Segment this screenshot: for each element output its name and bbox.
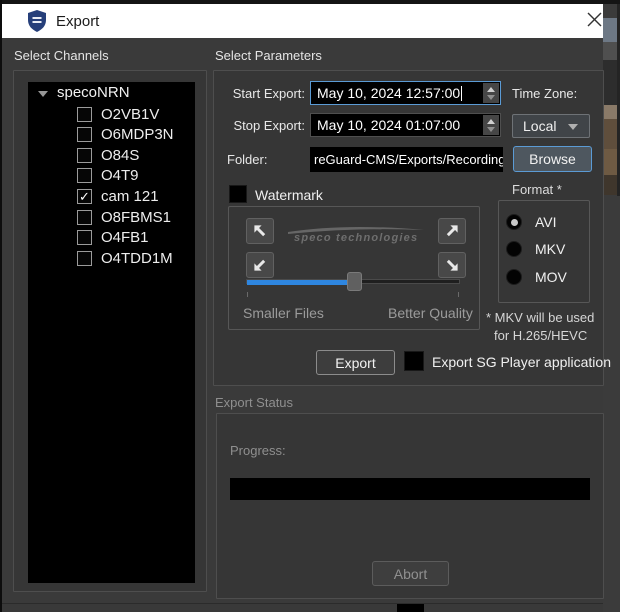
channel-checkbox[interactable] (77, 147, 92, 163)
start-export-input[interactable]: May 10, 2024 12:57:00 (310, 81, 501, 105)
folder-input[interactable]: reGuard-CMS/Exports/Recordings (310, 147, 503, 172)
channel-checkbox[interactable] (77, 250, 92, 266)
format-note-line2: for H.265/HEVC (494, 328, 588, 343)
text-caret (461, 85, 463, 101)
channel-name[interactable]: O4T9 (101, 167, 139, 184)
svg-text:speco technologies: speco technologies (294, 232, 418, 244)
format-option-avi[interactable]: AVI (506, 214, 557, 230)
export-sg-player-checkbox[interactable] (404, 351, 424, 371)
channel-row: O8FBMS1 (77, 207, 171, 227)
secure-guard-shield-icon (28, 10, 46, 32)
select-channels-heading: Select Channels (14, 48, 109, 63)
export-button[interactable]: Export (316, 350, 395, 375)
close-icon[interactable] (587, 12, 602, 27)
arrow-down-left-icon (254, 259, 266, 271)
window-title: Export (56, 13, 100, 30)
spin-up-icon[interactable] (487, 86, 495, 92)
spin-up-icon[interactable] (487, 118, 495, 124)
format-option-mkv[interactable]: MKV (506, 241, 565, 257)
progress-bar (230, 478, 590, 500)
radio-icon[interactable] (506, 214, 522, 230)
browse-button[interactable]: Browse (513, 146, 592, 172)
watermark-bottom-left-button[interactable] (246, 252, 274, 278)
time-zone-select[interactable]: Local (512, 114, 590, 138)
channel-checkbox[interactable] (77, 106, 92, 122)
tree-root-node[interactable]: specoNRN (57, 84, 130, 101)
watermark-bottom-right-button[interactable] (438, 252, 466, 278)
channel-name[interactable]: O2VB1V (101, 106, 159, 123)
channel-checkbox[interactable] (77, 127, 92, 143)
time-zone-label: Time Zone: (512, 86, 578, 101)
channel-checkbox[interactable]: ✓ (77, 188, 92, 204)
speco-technologies-watermark-logo: speco technologies (288, 226, 424, 244)
progress-label: Progress: (230, 443, 286, 458)
channel-checkbox[interactable] (77, 168, 92, 184)
slider-tick-right (458, 292, 459, 297)
select-parameters-heading: Select Parameters (215, 48, 322, 63)
watermark-checkbox[interactable] (229, 185, 247, 203)
stop-export-label: Stop Export: (233, 118, 305, 133)
underlying-app-bottom-edge (2, 603, 603, 612)
channel-row: O2VB1V (77, 104, 159, 124)
stop-export-input[interactable]: May 10, 2024 01:07:00 (310, 113, 501, 137)
format-option-label: MKV (535, 241, 566, 257)
channel-checkbox[interactable] (77, 209, 92, 225)
export-sg-player-label: Export SG Player application (432, 354, 611, 370)
channel-name[interactable]: O6MDP3N (101, 126, 174, 143)
spin-down-icon[interactable] (487, 94, 495, 100)
spin-down-icon[interactable] (487, 126, 495, 132)
underlying-app-bottom-marker (397, 604, 424, 612)
quality-slider-handle[interactable] (347, 272, 362, 291)
watermark-top-left-button[interactable] (246, 218, 274, 244)
format-heading: Format * (512, 182, 562, 197)
channel-row: ✓ cam 121 (77, 186, 159, 206)
quality-slider-fill (247, 280, 349, 285)
start-export-spinner[interactable] (483, 83, 499, 103)
channel-row: O6MDP3N (77, 125, 174, 145)
channel-name[interactable]: O8FBMS1 (101, 209, 171, 226)
channel-name[interactable]: O4TDD1M (101, 250, 173, 267)
abort-button[interactable]: Abort (372, 561, 449, 586)
stop-export-spinner[interactable] (483, 115, 499, 135)
arrow-up-right-icon (446, 225, 458, 237)
channel-name[interactable]: O84S (101, 147, 139, 164)
arrow-up-left-icon (254, 225, 266, 237)
radio-icon[interactable] (506, 269, 522, 285)
chevron-down-icon (568, 124, 578, 130)
start-export-label: Start Export: (232, 86, 305, 101)
format-option-mov[interactable]: MOV (506, 269, 567, 285)
format-note-line1: * MKV will be used (486, 310, 595, 325)
export-status-heading: Export Status (215, 395, 294, 410)
radio-icon[interactable] (506, 241, 522, 257)
channel-name[interactable]: O4FB1 (101, 229, 149, 246)
format-option-label: MOV (535, 269, 567, 285)
tree-expand-icon[interactable] (38, 91, 48, 97)
channel-row: O4TDD1M (77, 248, 173, 268)
watermark-label: Watermark (255, 187, 323, 203)
arrow-down-right-icon (446, 259, 458, 271)
smaller-files-label: Smaller Files (243, 305, 324, 321)
channel-row: O4T9 (77, 166, 139, 186)
format-option-label: AVI (535, 214, 557, 230)
watermark-top-right-button[interactable] (438, 218, 466, 244)
channel-row: O84S (77, 145, 139, 165)
better-quality-label: Better Quality (388, 305, 473, 321)
channel-checkbox[interactable] (77, 230, 92, 246)
export-dialog-screen: Export Select Channels specoNRN O2VB1V O6… (0, 0, 620, 612)
folder-label: Folder: (227, 152, 268, 167)
channel-name[interactable]: cam 121 (101, 188, 159, 205)
slider-tick-left (247, 292, 248, 297)
channel-row: O4FB1 (77, 228, 149, 248)
